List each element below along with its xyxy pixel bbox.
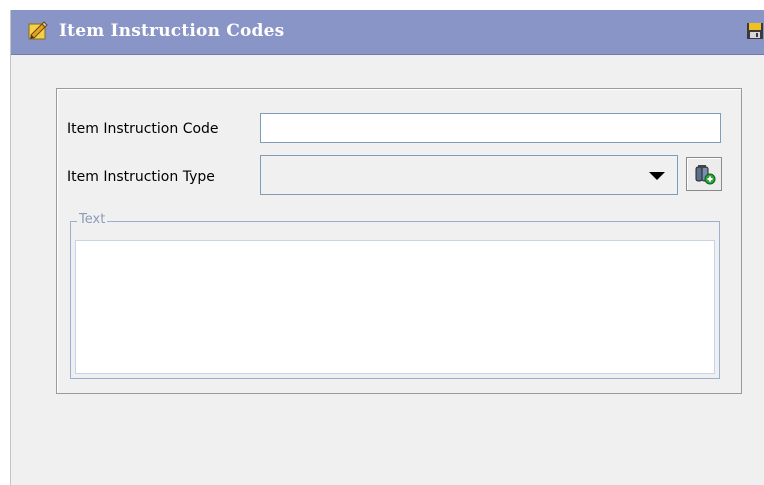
edit-pencil-icon — [27, 20, 49, 42]
chevron-down-icon[interactable] — [649, 172, 665, 180]
text-groupbox: Text — [70, 212, 720, 379]
text-area[interactable] — [75, 240, 715, 374]
lookup-add-icon — [695, 165, 716, 185]
page-title: Item Instruction Codes — [59, 21, 285, 41]
instruction-form-panel: Item Instruction Code Item Instruction T… — [56, 88, 742, 394]
item-instruction-code-input[interactable] — [260, 113, 721, 143]
lookup-add-button[interactable] — [686, 157, 722, 191]
item-instruction-type-label: Item Instruction Type — [67, 169, 215, 185]
text-group-legend: Text — [77, 212, 108, 227]
item-instruction-type-select[interactable] — [260, 155, 678, 195]
item-instruction-code-label: Item Instruction Code — [67, 121, 219, 137]
item-instruction-codes-window: Item Instruction Codes Item Instruction … — [10, 10, 764, 485]
save-floppy-icon[interactable] — [746, 22, 764, 40]
title-bar: Item Instruction Codes — [11, 10, 764, 55]
